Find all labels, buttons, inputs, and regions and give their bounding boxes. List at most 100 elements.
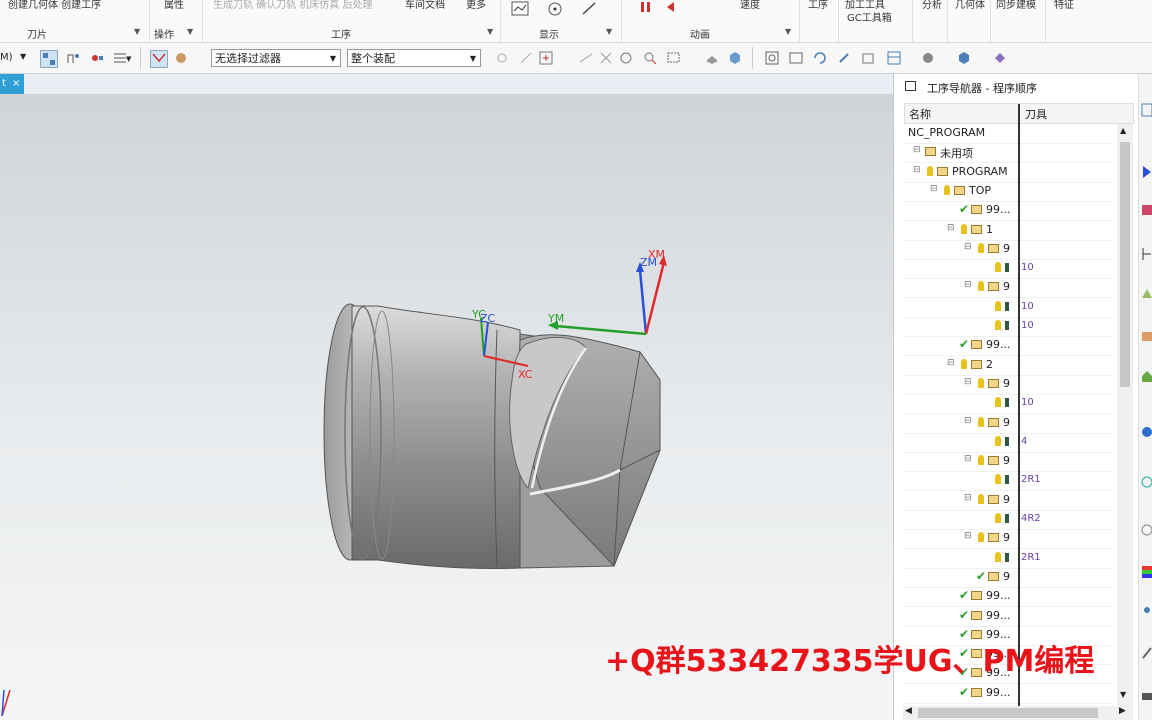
add-selection-icon[interactable]: [538, 50, 554, 66]
resource-tools-icon[interactable]: [1141, 644, 1152, 660]
navigator-row[interactable]: ⊟ 9: [904, 375, 1114, 395]
perspective-icon[interactable]: [860, 50, 876, 66]
navigator-row[interactable]: ✔ 99...: [904, 336, 1114, 357]
display-point-icon[interactable]: [546, 1, 564, 17]
scroll-up-icon[interactable]: ▲: [1120, 126, 1126, 135]
ribbon-sync-label[interactable]: 同步建模: [996, 0, 1036, 11]
ribbon-operation-label[interactable]: 工序: [808, 0, 828, 11]
navigator-row[interactable]: ⊟ PROGRAM: [904, 163, 1114, 183]
ribbon-properties-label[interactable]: 属性: [164, 0, 184, 11]
navigator-horizontal-scrollbar[interactable]: ◀ ▶: [903, 706, 1133, 720]
scroll-down-icon[interactable]: ▼: [1120, 690, 1126, 699]
scroll-left-icon[interactable]: ◀: [905, 706, 912, 716]
tree-expander-icon[interactable]: ⊟: [964, 242, 972, 252]
navigator-row[interactable]: ⊟ 9: [904, 278, 1114, 299]
navigator-row[interactable]: ⊟ 9: [904, 491, 1114, 511]
pan-icon[interactable]: [836, 50, 852, 66]
column-name-header[interactable]: 名称: [909, 106, 931, 122]
tree-expander-icon[interactable]: ⊟: [964, 377, 972, 387]
snap-end-icon[interactable]: [518, 50, 534, 66]
navigator-row[interactable]: ✔ 99...: [904, 607, 1114, 627]
navigator-row[interactable]: ⊟ 未用项: [904, 143, 1114, 164]
resource-info-icon[interactable]: [1141, 424, 1152, 440]
box-view-icon[interactable]: [727, 50, 743, 66]
select-type-icon[interactable]: [173, 50, 189, 66]
navigator-row[interactable]: ✔ 99...: [904, 201, 1114, 222]
navigator-row[interactable]: 10: [904, 317, 1114, 337]
ribbon-speed-label[interactable]: 速度: [740, 0, 760, 11]
navigator-row[interactable]: 2R1: [904, 549, 1114, 569]
group-display-dropdown-icon[interactable]: ▼: [606, 27, 612, 36]
navigator-row[interactable]: ⊟ 2: [904, 356, 1114, 376]
navigator-row[interactable]: ✔ 99...: [904, 587, 1114, 608]
tree-expander-icon[interactable]: ⊟: [913, 145, 921, 155]
render-style-icon[interactable]: [920, 50, 936, 66]
tree-expander-icon[interactable]: ⊟: [964, 531, 972, 541]
ribbon-gc-toolbox-label[interactable]: GC工具箱: [847, 9, 892, 24]
tree-expander-icon[interactable]: ⊟: [913, 165, 921, 175]
view-dropdown-icon[interactable]: ▼: [126, 55, 131, 63]
part-model[interactable]: ZM XM YM YC ZC XC: [0, 94, 893, 720]
close-icon[interactable]: ×: [12, 74, 20, 94]
group-operate-dropdown-icon[interactable]: ▼: [187, 27, 193, 36]
resource-palette-icon[interactable]: [1141, 564, 1152, 580]
step-back-icon[interactable]: [662, 0, 680, 16]
assembly-scope-select[interactable]: 整个装配 ▼: [347, 49, 481, 67]
navigator-row[interactable]: ⊟ 9: [904, 529, 1114, 550]
navigator-row[interactable]: 2R1: [904, 471, 1114, 492]
tree-expander-icon[interactable]: ⊟: [964, 493, 972, 503]
program-order-view-icon[interactable]: [40, 50, 58, 68]
snap-mid-icon[interactable]: [578, 50, 594, 66]
column-tool-header[interactable]: 刀具: [1025, 106, 1047, 122]
navigator-row[interactable]: 10: [904, 394, 1114, 415]
resource-machine-icon[interactable]: [1141, 328, 1152, 344]
document-tab[interactable]: t ×: [0, 74, 24, 94]
resource-print-icon[interactable]: [1141, 688, 1152, 704]
tree-expander-icon[interactable]: ⊟: [947, 358, 955, 368]
ribbon-shopdoc-label[interactable]: 车间文档: [405, 0, 445, 11]
fit-view-icon[interactable]: [764, 50, 780, 66]
orient-view-icon[interactable]: [886, 50, 902, 66]
navigator-row[interactable]: 4: [904, 433, 1114, 453]
snap-quadrant-icon[interactable]: [642, 50, 658, 66]
navigator-row[interactable]: NC_PROGRAM: [904, 124, 1114, 144]
navigator-row[interactable]: ⊟ 9: [904, 414, 1114, 434]
navigator-row[interactable]: ✔ 9: [904, 568, 1114, 588]
group-process-dropdown-icon[interactable]: ▼: [487, 27, 493, 36]
tree-expander-icon[interactable]: ⊟: [964, 416, 972, 426]
edit-section-icon[interactable]: [992, 50, 1008, 66]
resource-constraint-icon[interactable]: [1141, 246, 1152, 262]
resource-history-icon[interactable]: [1141, 286, 1152, 302]
snap-center-icon[interactable]: [618, 50, 634, 66]
graphics-viewport[interactable]: ZM XM YM YC ZC XC: [0, 94, 893, 720]
navigator-vertical-scrollbar[interactable]: ▲ ▼: [1117, 124, 1133, 706]
machine-tool-view-icon[interactable]: [65, 50, 81, 66]
group-blade-dropdown-icon[interactable]: ▼: [134, 27, 140, 36]
tree-expander-icon[interactable]: ⊟: [964, 454, 972, 464]
display-toolpath-icon[interactable]: [511, 1, 529, 17]
rotate-icon[interactable]: [812, 50, 828, 66]
snap-point-icon[interactable]: [494, 50, 510, 66]
tree-expander-icon[interactable]: ⊟: [964, 280, 972, 290]
zoom-icon[interactable]: [788, 50, 804, 66]
menu-label[interactable]: M): [0, 52, 13, 63]
scroll-thumb[interactable]: [1120, 142, 1130, 387]
navigator-row[interactable]: 10: [904, 259, 1114, 280]
navigator-row[interactable]: ⊟ 9: [904, 240, 1114, 260]
select-filter-icon[interactable]: [150, 50, 168, 68]
ribbon-create-label[interactable]: 创建几何体 创建工序: [8, 0, 101, 11]
window-icon[interactable]: [905, 81, 916, 91]
ribbon-geometry-label[interactable]: 几何体: [955, 0, 985, 11]
pause-icon[interactable]: [637, 0, 655, 16]
navigator-row[interactable]: ⊟ 1: [904, 221, 1114, 241]
resource-home-icon[interactable]: [1141, 368, 1152, 384]
navigator-row[interactable]: ⊟ 9: [904, 452, 1114, 473]
type-filter-select[interactable]: 无选择过滤器 ▼: [211, 49, 341, 67]
ribbon-analysis-label[interactable]: 分析: [922, 0, 942, 11]
menu-dropdown-icon[interactable]: ▼: [20, 52, 26, 61]
navigator-row[interactable]: ✔ 99...: [904, 684, 1114, 704]
resource-assembly-icon[interactable]: [1141, 202, 1152, 218]
resource-clock-icon[interactable]: [1141, 522, 1152, 538]
group-animation-dropdown-icon[interactable]: ▼: [785, 27, 791, 36]
scroll-right-icon[interactable]: ▶: [1119, 706, 1126, 716]
